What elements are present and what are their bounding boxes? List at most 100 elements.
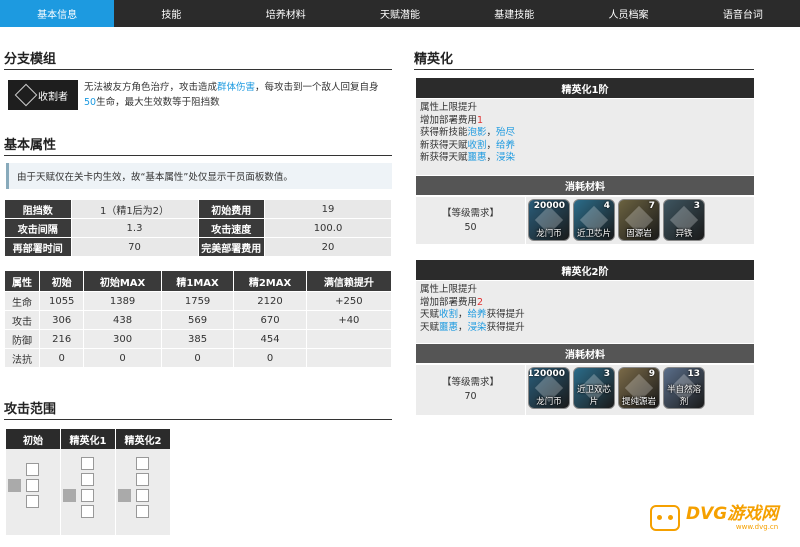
skill-link[interactable]: 噩惠 [468,152,487,163]
cell-value: 0 [233,348,307,368]
effect-line: 天赋噩惠，浸染获得提升 [420,322,750,335]
effect-text: 1 [477,114,484,126]
stat-value: 70 [70,237,199,257]
cell-value: 300 [83,329,162,349]
tab-4[interactable]: 基建技能 [457,0,571,27]
range-attack-cell [81,473,94,486]
material-item[interactable]: 9 提纯源岩 [618,367,660,409]
stat-value: 20 [264,237,392,257]
cell-value: 1759 [160,291,235,311]
elite1-material-title: 消耗材料 [416,176,754,195]
material-name: 近卫双芯片 [576,385,611,407]
material-name: 龙门币 [536,397,562,407]
range-attack-cell [136,505,149,518]
cell-value: 385 [160,329,235,349]
material-count: 3 [693,201,700,211]
elite1-materials: 20000 龙门币 4 近卫芯片 7 固源岩 3 异铁 [528,199,705,241]
skill-link[interactable]: 给养 [468,309,487,320]
skill-link[interactable]: 给养 [496,140,515,151]
range-attack-cell [81,489,94,502]
range-column: 精英化1 [61,429,116,535]
material-item[interactable]: 4 近卫芯片 [573,199,615,241]
effect-text: ， [486,127,497,138]
effect-text: 天赋 [420,309,440,320]
tab-6[interactable]: 语音台词 [686,0,800,27]
effect-text: 增加部署费用 [420,114,478,126]
elite1-level-req: 【等级需求】 50 [416,197,526,244]
stat-label: 攻击速度 [197,218,266,238]
elite2-materials: 120000 龙门币 3 近卫双芯片 9 提纯源岩 13 半自然溶剂 [528,367,705,409]
column-header: 精2MAX [233,270,307,292]
req-value: 70 [464,391,477,402]
tab-1[interactable]: 技能 [114,0,228,27]
skill-link[interactable]: 殆尽 [496,127,515,138]
range-attack-cell [26,479,39,492]
range-self-cell [118,489,131,502]
skill-link[interactable]: 噩惠 [439,322,458,333]
cell-value: 569 [160,310,235,330]
tab-0[interactable]: 基本信息 [0,0,115,27]
material-count: 120000 [528,369,565,379]
effect-text: ， [458,321,468,333]
stat-value: 19 [264,199,392,219]
req-value: 50 [464,221,477,233]
skill-link[interactable]: 收割 [468,140,487,151]
divider [414,69,754,70]
material-item[interactable]: 7 固源岩 [618,199,660,241]
effect-text: 新获得天赋 [420,152,468,163]
stat-label: 攻击间隔 [4,218,72,238]
branch-desc-part[interactable]: 群体伤害 [217,82,255,93]
material-item[interactable]: 3 近卫双芯片 [573,367,615,409]
table-row: 攻击 306 438 569 670 +40 [3,310,393,330]
skill-link[interactable]: 泡影 [468,127,487,138]
material-item[interactable]: 13 半自然溶剂 [663,367,705,409]
stat-value: 100.0 [264,218,392,238]
row-label: 生命 [3,291,41,311]
range-attack-cell [81,505,94,518]
skill-link[interactable]: 浸染 [468,322,487,333]
elite1-material-row: 【等级需求】 50 20000 龙门币 4 近卫芯片 7 固源岩 3 异铁 [416,197,754,244]
effect-line: 新获得天赋收割，给养 [420,140,750,153]
material-item[interactable]: 120000 龙门币 [528,367,570,409]
stat-label: 再部署时间 [4,237,72,257]
branch-desc-part: 生命，最大生效数等于阻挡数 [96,97,220,108]
range-grid [116,449,171,535]
effect-line: 新获得天赋噩惠，浸染 [420,152,750,165]
watermark-text: DVG游戏网 [686,504,779,524]
elite1-effects: 属性上限提升 增加部署费用1 获得新技能泡影，殆尽 新获得天赋收割，给养 新获得天赋噩惠… [416,99,754,175]
range-header: 精英化2 [116,429,171,449]
range-column: 初始 [6,429,61,535]
material-count: 7 [648,201,655,211]
row-label: 攻击 [3,310,41,330]
branch-description: 无法被友方角色治疗，攻击造成群体伤害，每攻击到一个敌人回复自身 50生命，最大生效… [84,80,390,110]
elite2-level-req: 【等级需求】 70 [416,365,526,415]
material-name: 近卫芯片 [576,229,611,239]
skill-link[interactable]: 收割 [439,309,458,320]
branch-badge: 收割者 [8,80,78,110]
tab-5[interactable]: 人员档案 [571,0,685,27]
table-row: 阻挡数 1（精1后为2） 初始费用 19 [4,199,392,219]
basic-stats-table: 阻挡数 1（精1后为2） 初始费用 19 攻击间隔 1.3 攻击速度 100.0 再部署时间 70… [4,199,392,257]
elite2-material-row: 【等级需求】 70 120000 龙门币 3 近卫双芯片 9 提纯源岩 13 半自然溶剂 [416,365,754,415]
material-name: 固源岩 [626,229,652,239]
range-section-title: 攻击范围 [4,402,57,417]
column-header: 属性 [3,270,41,292]
range-grid [6,449,61,535]
effect-text: 获得提升 [486,309,525,320]
material-name: 异铁 [675,229,693,239]
tab-2[interactable]: 培养材料 [229,0,343,27]
table-row: 生命 1055 1389 1759 2120 +250 [3,291,393,311]
range-header: 初始 [6,429,61,449]
range-panel: 初始 精英化1 精英化2 [6,429,171,535]
material-item[interactable]: 20000 龙门币 [528,199,570,241]
tab-3[interactable]: 天赋潜能 [343,0,457,27]
material-count: 3 [603,369,610,379]
material-name: 半自然溶剂 [666,385,701,407]
effect-text: 新获得天赋 [420,139,468,151]
range-attack-cell [136,489,149,502]
material-count: 9 [648,369,655,379]
table-row: 防御 216 300 385 454 [3,329,393,349]
skill-link[interactable]: 浸染 [496,152,515,163]
table-row: 法抗 0 0 0 0 [3,348,393,368]
material-item[interactable]: 3 异铁 [663,199,705,241]
